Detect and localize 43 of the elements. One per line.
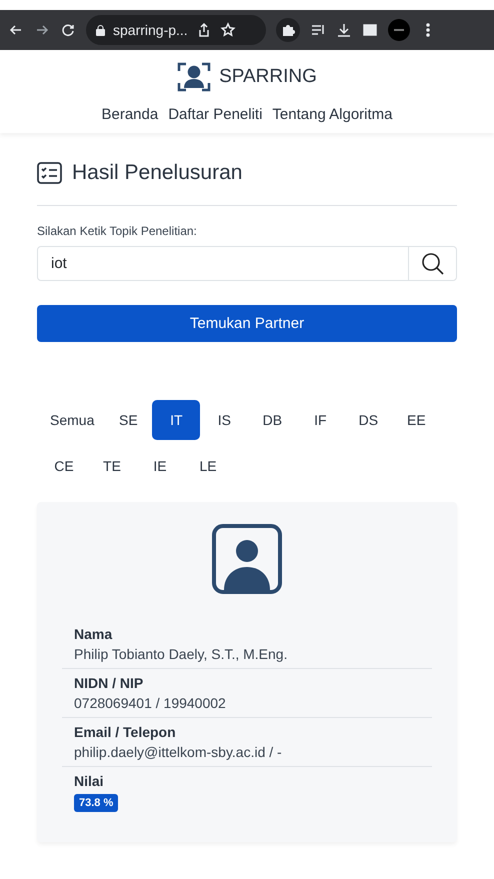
filter-tab[interactable]: DB: [248, 400, 296, 440]
filter-tab[interactable]: IF: [296, 400, 344, 440]
field-value: 0728069401 / 19940002: [74, 695, 227, 711]
field-label: Email / Telepon: [74, 724, 177, 740]
avatar-icon: [212, 524, 282, 594]
lock-icon: [96, 24, 105, 36]
download-icon[interactable]: [336, 22, 352, 38]
field-label: Nama: [74, 626, 114, 642]
filter-tab[interactable]: CE: [40, 446, 88, 486]
sidebar-icon[interactable]: [362, 22, 378, 38]
user-scan-icon[interactable]: [177, 62, 212, 92]
search-icon: [420, 252, 444, 276]
filter-tab[interactable]: EE: [392, 400, 440, 440]
topic-input-field[interactable]: iot: [37, 246, 457, 281]
nav-link[interactable]: Tentang Algoritma: [272, 106, 392, 123]
nav-link[interactable]: Daftar Peneliti: [168, 106, 262, 123]
filter-tab[interactable]: IT: [152, 400, 200, 440]
playlist-icon[interactable]: [310, 22, 326, 38]
field-label: Nilai: [74, 773, 105, 789]
profile-avatar[interactable]: [388, 19, 410, 41]
search-label: Silakan Ketik Topik Penelitian:: [37, 224, 198, 238]
filter-tab[interactable]: IE: [136, 446, 184, 486]
filter-tab[interactable]: SE: [104, 400, 152, 440]
score-badge: 73.8 %: [74, 794, 118, 812]
star-icon[interactable]: [220, 22, 236, 38]
filter-tab[interactable]: LE: [184, 446, 232, 486]
nav-link[interactable]: Beranda: [101, 106, 158, 123]
filter-tab[interactable]: DS: [344, 400, 392, 440]
address-bar[interactable]: sparring-p...: [86, 15, 266, 45]
filter-tab[interactable]: IS: [200, 400, 248, 440]
find-partner-button[interactable]: Temukan Partner: [37, 305, 457, 342]
filter-tab[interactable]: TE: [88, 446, 136, 486]
checklist-icon: [37, 162, 62, 184]
puzzle-icon[interactable]: [276, 18, 300, 42]
url-text: sparring-p...: [113, 22, 188, 38]
brand-name[interactable]: SPARRING: [219, 66, 317, 88]
filter-tab[interactable]: Semua: [40, 400, 104, 440]
field-value: Philip Tobianto Daely, S.T., M.Eng.: [74, 646, 288, 662]
reload-icon[interactable]: [60, 22, 76, 38]
field-value: philip.daely@ittelkom-sby.ac.id / -: [74, 744, 283, 760]
topic-input[interactable]: iot: [38, 247, 408, 280]
field-label: NIDN / NIP: [74, 675, 144, 691]
section-title: Hasil Penelusuran: [72, 161, 242, 185]
